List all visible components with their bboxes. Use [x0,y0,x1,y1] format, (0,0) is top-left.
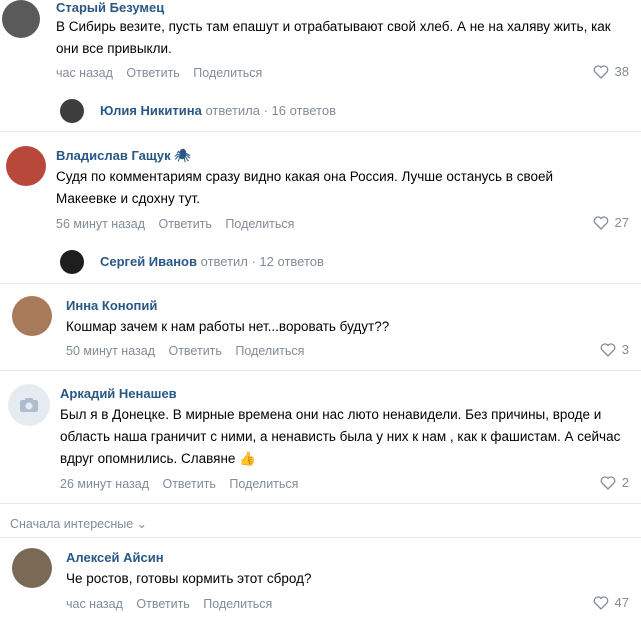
sort-dropdown[interactable]: Сначала интересные ⌄ [10,516,147,531]
share-button[interactable]: Поделиться [235,344,304,358]
thread-author: Юлия Никитина [100,103,202,118]
like-button[interactable]: 3 [600,342,629,357]
share-button[interactable]: Поделиться [193,66,262,80]
comment-text: Судя по комментариям сразу видно какая о… [56,169,554,206]
reply-button[interactable]: Ответить [136,597,189,611]
divider [0,370,641,371]
comment-time: 50 минут назад [66,344,155,358]
heart-icon [593,215,608,230]
divider [0,283,641,284]
comment-meta: час назад Ответить Поделиться [56,66,272,80]
avatar[interactable] [12,296,52,336]
reply-button[interactable]: Ответить [162,477,215,491]
reply-button[interactable]: Ответить [126,66,179,80]
comment-meta: час назад Ответить Поделиться [66,597,282,611]
like-count: 3 [621,342,629,357]
avatar [60,250,84,274]
like-count: 27 [614,215,629,230]
comment-author[interactable]: Аркадий Ненашев [60,386,177,401]
avatar [60,99,84,123]
reply-button[interactable]: Ответить [158,217,211,231]
like-count: 2 [621,475,629,490]
heart-icon [593,64,608,79]
comment-time: час назад [56,66,113,80]
comment-meta: 26 минут назад Ответить Поделиться [60,477,308,491]
avatar[interactable] [12,548,52,588]
comment-meta: 56 минут назад Ответить Поделиться [56,217,304,231]
comment-author[interactable]: Владислав Гащук 🕷 [56,148,191,164]
divider [0,503,641,504]
reply-button[interactable]: Ответить [168,344,221,358]
comment-time: 26 минут назад [60,477,149,491]
comment-text: Че ростов, готовы кормить этот сброд? [66,571,312,586]
thread-info: ответила · 16 ответов [205,103,336,118]
share-button[interactable]: Поделиться [225,217,294,231]
like-button[interactable]: 47 [593,595,629,610]
like-count: 47 [614,595,629,610]
thread-info: ответил · 12 ответов [200,254,324,269]
divider [0,131,641,132]
like-button[interactable]: 27 [593,215,629,230]
comment-time: 56 минут назад [56,217,145,231]
comment-text: В Сибирь везите, пусть там епашут и отра… [56,19,611,56]
heart-icon [593,595,608,610]
like-button[interactable]: 38 [593,64,629,79]
comment-author[interactable]: Старый Безумец [56,0,164,15]
comment-author[interactable]: Инна Конопий [66,298,157,313]
thread-author: Сергей Иванов [100,254,197,269]
avatar[interactable] [2,0,40,38]
avatar[interactable] [6,146,46,186]
avatar[interactable] [8,384,50,426]
heart-icon [600,342,616,357]
comment-author[interactable]: Алексей Айсин [66,550,164,565]
divider [0,537,641,538]
share-button[interactable]: Поделиться [229,477,298,491]
comment-text: Был я в Донецке. В мирные времена они на… [60,407,621,466]
share-button[interactable]: Поделиться [203,597,272,611]
comment-meta: 50 минут назад Ответить Поделиться [66,344,314,358]
comment-time: час назад [66,597,123,611]
like-button[interactable]: 2 [600,475,629,490]
comment-text: Кошмар зачем к нам работы нет...воровать… [66,319,390,334]
camera-icon [20,398,38,412]
like-count: 38 [614,64,629,79]
heart-icon [600,475,616,490]
